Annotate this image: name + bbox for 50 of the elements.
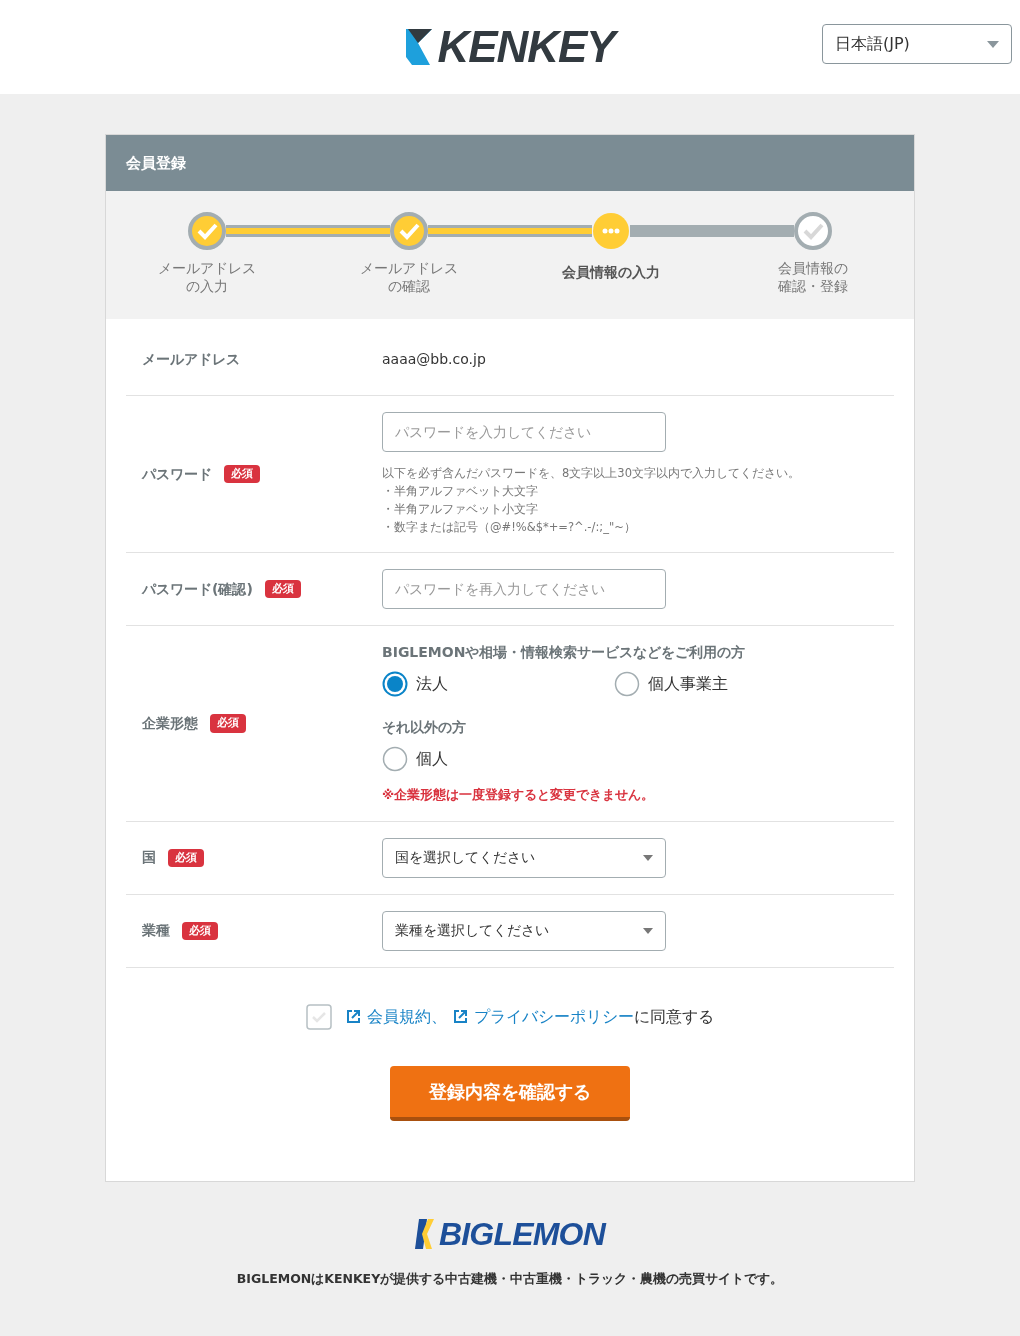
- password-hint: ・半角アルファベット小文字: [382, 501, 539, 518]
- password-field[interactable]: パスワードを再入力してください: [382, 569, 666, 609]
- step-done-icon: [188, 212, 226, 250]
- required-badge: 必須: [168, 848, 204, 867]
- required-badge: 必須: [182, 921, 218, 940]
- field-label: 業種: [142, 921, 170, 941]
- group-heading: それ以外の方: [382, 718, 467, 737]
- email-value: aaaa@bb.co.jp: [382, 351, 486, 367]
- field-label: メールアドレス: [142, 349, 240, 369]
- password-hint: 以下を必ず含んだパスワードを、8文字以上30文字以内で入力してください。: [382, 465, 801, 482]
- step-label: 会員情報の 確認・登録: [778, 259, 848, 295]
- required-badge: 必須: [210, 714, 246, 733]
- radio-option[interactable]: 法人: [382, 671, 614, 697]
- logo-mark-icon: [405, 29, 434, 65]
- terms-link[interactable]: 会員規約: [367, 1004, 431, 1029]
- password-hint: ・半角アルファベット大文字: [382, 483, 539, 500]
- separator: 、: [431, 1005, 447, 1028]
- step-current-icon: [592, 212, 630, 250]
- language-select[interactable]: 日本語(JP): [822, 24, 1012, 64]
- step-done-icon: [390, 212, 428, 250]
- warning-note: ※企業形態は一度登録すると変更できません。: [382, 786, 656, 804]
- footer-description: BIGLEMONはKENKEYが提供する中古建機・中古重機・トラック・農機の売買サイトです。: [236, 1269, 784, 1288]
- caret-icon: [643, 854, 653, 861]
- external-link-icon: [346, 1009, 361, 1025]
- select-field[interactable]: 国を選択してください: [382, 837, 666, 878]
- agree-checkbox[interactable]: [306, 1003, 332, 1030]
- step-label: 会員情報の入力: [562, 263, 660, 281]
- field-label: パスワード: [142, 464, 212, 484]
- password-field[interactable]: パスワードを入力してください: [382, 412, 666, 452]
- step-label: メールアドレス の入力: [158, 259, 256, 295]
- group-heading: BIGLEMONや相場・情報検索サービスなどをご利用の方: [382, 643, 747, 662]
- field-label: 国: [142, 848, 156, 868]
- logo-mark-icon: [414, 1218, 435, 1249]
- step-label: メールアドレス の確認: [360, 259, 458, 295]
- caret-icon: [987, 40, 999, 48]
- terms-link[interactable]: プライバシーポリシー: [474, 1004, 634, 1029]
- radio-option[interactable]: 個人事業主: [614, 671, 846, 697]
- password-hint: ・数字または記号（@#!%&$*+=?^.-/:;_"~）: [382, 519, 637, 536]
- step-pending-icon: [794, 212, 832, 250]
- card-header: 会員登録: [106, 135, 914, 191]
- external-link-icon: [453, 1009, 468, 1025]
- field-label: 企業形態: [142, 713, 198, 733]
- radio-option[interactable]: 個人: [382, 746, 614, 772]
- footer-logo: BIGLEMON: [438, 1217, 605, 1250]
- select-field[interactable]: 業種を選択してください: [382, 910, 666, 951]
- field-label: パスワード(確認): [142, 579, 253, 599]
- required-badge: 必須: [224, 464, 260, 484]
- caret-icon: [643, 927, 653, 934]
- agree-text: に同意する: [634, 1005, 714, 1028]
- required-badge: 必須: [264, 579, 301, 599]
